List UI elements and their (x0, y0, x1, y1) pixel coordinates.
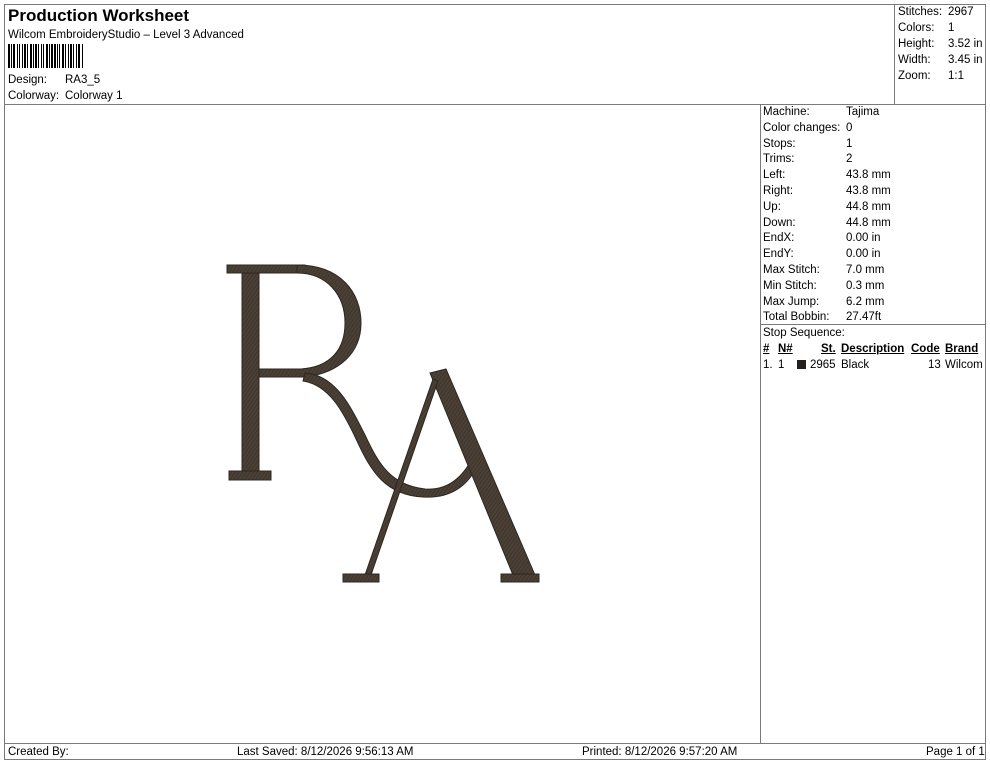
info-label: Left: (763, 169, 786, 182)
info-value: 44.8 mm (846, 200, 891, 213)
stat-label-width: Width: (898, 54, 931, 66)
info-label: Trims: (763, 153, 795, 166)
seq-row-code: 13 (928, 359, 941, 371)
worksheet-footer (4, 743, 986, 760)
info-label: Total Bobbin: (763, 311, 830, 324)
info-label: Stops: (763, 137, 796, 150)
info-value: 1 (846, 137, 853, 150)
stop-sequence-panel (760, 324, 986, 744)
design-value: RA3_5 (65, 74, 101, 86)
info-label: Down: (763, 216, 796, 229)
seq-header-code: Code (911, 343, 940, 355)
created-by: Created By: (8, 746, 69, 758)
info-value: 0.00 in (846, 232, 881, 245)
info-value: 0 (846, 121, 853, 134)
seq-header-st: St. (821, 343, 836, 355)
stat-value-width: 3.45 in (948, 54, 983, 66)
info-label: Min Stitch: (763, 279, 817, 292)
seq-header-num: # (763, 343, 770, 355)
seq-row-brand: Wilcom (945, 359, 983, 371)
info-value: 6.2 mm (846, 295, 885, 308)
info-label: Max Jump: (763, 295, 820, 308)
info-value: 2 (846, 153, 853, 166)
info-value: Tajima (846, 106, 880, 118)
info-value: 43.8 mm (846, 185, 891, 197)
info-label: Right: (763, 185, 794, 197)
stat-label-colors: Colors: (898, 22, 935, 34)
info-label: Machine: (763, 106, 810, 118)
stat-label-height: Height: (898, 38, 935, 50)
last-saved: Last Saved: 8/12/2026 9:56:13 AM (237, 746, 414, 758)
seq-header-n: N# (778, 343, 793, 355)
printed-date: Printed: 8/12/2026 9:57:20 AM (582, 746, 738, 758)
info-value: 0.00 in (846, 248, 881, 261)
seq-row-n: 1 (778, 359, 785, 371)
seq-header-brand: Brand (945, 343, 979, 355)
info-label: EndY: (763, 248, 794, 261)
design-canvas (4, 104, 761, 744)
seq-row-st: 2965 (810, 359, 836, 371)
colorway-value: Colorway 1 (65, 90, 123, 102)
info-value: 43.8 mm (846, 169, 891, 182)
stat-label-zoom: Zoom: (898, 70, 931, 82)
seq-row-description: Black (841, 359, 870, 371)
stop-sequence-title: Stop Sequence: (763, 327, 845, 339)
software-subtitle: Wilcom EmbroideryStudio – Level 3 Advanc… (8, 29, 244, 41)
seq-header-description: Description (841, 343, 905, 355)
letter-a-shape (342, 368, 540, 583)
seq-row-num: 1. (763, 359, 773, 371)
page-number: Page 1 of 1 (926, 746, 985, 758)
stat-value-stitches: 2967 (948, 6, 974, 18)
stat-label-stitches: Stitches: (898, 6, 943, 18)
info-label: Up: (763, 200, 781, 213)
stat-value-colors: 1 (948, 22, 955, 34)
info-label: Max Stitch: (763, 264, 820, 276)
info-value: 7.0 mm (846, 264, 885, 276)
stat-value-zoom: 1:1 (948, 70, 964, 82)
design-label: Design: (8, 74, 47, 86)
page-title: Production Worksheet (8, 6, 190, 25)
info-value: 44.8 mm (846, 216, 891, 229)
stat-value-height: 3.52 in (948, 38, 983, 50)
barcode-icon (8, 44, 116, 68)
colorway-label: Colorway: (8, 90, 60, 102)
thread-color-swatch (797, 360, 806, 369)
info-value: 0.3 mm (846, 279, 885, 292)
embroidery-design-ra-monogram (226, 264, 540, 583)
info-value: 27.47ft (846, 311, 882, 324)
info-label: Color changes: (763, 121, 841, 134)
info-label: EndX: (763, 232, 795, 245)
